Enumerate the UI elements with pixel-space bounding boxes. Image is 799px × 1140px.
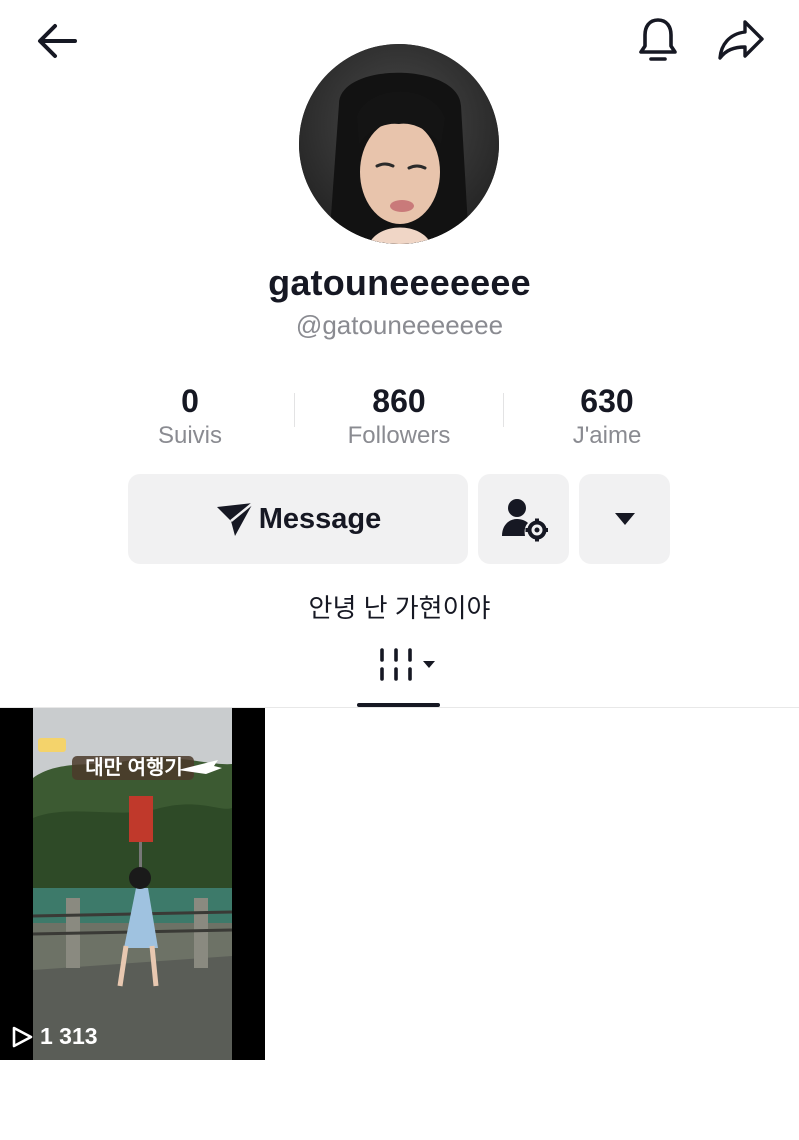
send-icon [216, 502, 254, 536]
stat-following-value: 0 [181, 383, 199, 419]
display-name: gatouneeeeeee [268, 262, 531, 303]
stat-divider [503, 393, 504, 427]
video-overlay-title: 대만 여행기 [85, 757, 183, 779]
play-icon [12, 1026, 33, 1047]
video-play-count: 1 313 [10, 1023, 98, 1050]
stat-likes[interactable]: 630 J'aime [507, 382, 707, 452]
more-options-button[interactable] [579, 474, 670, 564]
video-thumbnail[interactable]: 대만 여행기 1 313 [0, 708, 265, 1060]
message-button[interactable]: Message [128, 474, 468, 564]
tab-videos-grid[interactable] [370, 640, 440, 690]
bio: 안녕 난 가현이야 [308, 593, 491, 623]
avatar-image [299, 44, 499, 244]
username: @gatouneeeeeee [295, 310, 504, 340]
notifications-button[interactable] [630, 14, 686, 66]
share-arrow-icon [718, 20, 764, 60]
stat-likes-value: 630 [580, 383, 634, 419]
stat-likes-label: J'aime [572, 422, 642, 449]
stat-divider [294, 393, 295, 427]
stat-following[interactable]: 0 Suivis [90, 382, 290, 452]
stat-following-label: Suivis [157, 422, 223, 449]
stat-followers-label: Followers [347, 422, 451, 449]
arrow-left-icon [38, 24, 77, 58]
video-play-count-value: 1 313 [40, 1023, 98, 1049]
stat-followers-value: 860 [372, 383, 426, 419]
back-button[interactable] [28, 18, 84, 64]
avatar[interactable] [299, 44, 499, 244]
share-button[interactable] [712, 14, 770, 66]
message-button-label: Message [258, 502, 382, 535]
stat-followers[interactable]: 860 Followers [299, 382, 499, 452]
add-friend-button[interactable] [478, 474, 569, 564]
bell-icon [639, 18, 677, 61]
grid-columns-icon [380, 648, 435, 681]
user-gear-icon [501, 499, 548, 542]
caret-down-icon [614, 513, 635, 525]
